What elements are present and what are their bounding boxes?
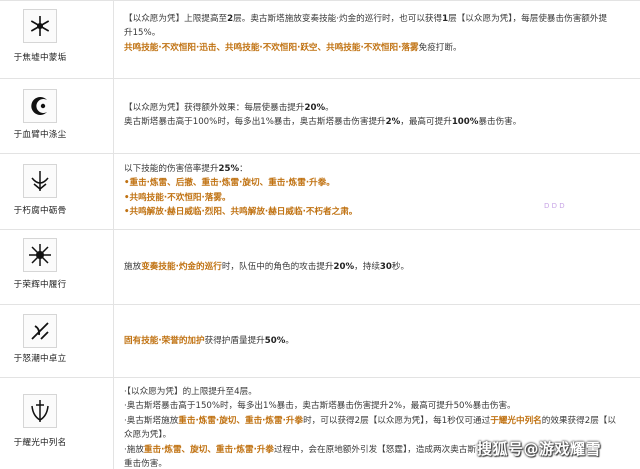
description-segment: ·奥古斯塔暴击高于150%时，每多出1%暴击，奥古斯塔暴击伤害提升2%，最高可提… xyxy=(124,401,516,412)
description-line: 【以众愿为凭】上限提高至2层。奥古斯塔施放变奏技能·灼金的巡行时，也可以获得1层… xyxy=(124,12,636,26)
description-segment: 20% xyxy=(333,262,355,272)
table-row: 于血臂中涤尘 【以众愿为凭】获得额外效果：每层使暴击提升20%。 奥古斯塔暴击高于… xyxy=(0,79,640,154)
chain-name: 于耀光中列名 xyxy=(13,438,67,448)
table-row: 于朽腐中砺骨 以下技能的伤害倍率提升25%： •重击·炼雷、后撤、重击·炼雷·旋切… xyxy=(0,154,640,230)
description-line: 共鸣技能·不欢恒阳·迅击、共鸣技能·不欢恒阳·跃空、共鸣技能·不欢恒阳·落雾免疫… xyxy=(124,41,636,55)
description-line: •重击·炼雷、后撤、重击·炼雷·旋切、重击·炼雷·升拳。 xyxy=(124,176,636,190)
description-segment: 免疫打断。 xyxy=(418,42,462,53)
chain-description: 固有技能·荣誉的加护获得护盾量提升50%。 xyxy=(124,334,636,348)
decorative-mark: ꓓ ꓓ ꓓ xyxy=(544,202,565,210)
description-segment: 获得护盾量提升 xyxy=(204,336,265,346)
description-line: ·奥古斯塔暴击高于150%时，每多出1%暴击，奥古斯塔暴击伤害提升2%，最高可提… xyxy=(124,399,636,413)
icon-cell: 于荣辉中履行 xyxy=(0,230,114,304)
description-segment: •共鸣解放·赫日威临·烈阳、共鸣解放·赫日威临·不朽者之肃。 xyxy=(124,207,358,218)
chain-name: 于焦墟中蒙垢 xyxy=(13,53,67,63)
description-line: 升15%。 xyxy=(124,26,636,40)
description-segment: 时，队伍中的角色的攻击提升 xyxy=(221,262,334,272)
description-segment: 升15%。 xyxy=(124,28,161,39)
description-segment: 重击·炼雷、旋切、重击·炼雷·升拳 xyxy=(143,444,275,455)
description-line: 以下技能的伤害倍率提升25%： xyxy=(124,162,636,176)
description-segment: 时，可以获得2层【以众愿为凭】，每1秒仅可通过 xyxy=(303,415,491,426)
description-segment: •共鸣技能·不欢恒阳·落雾。 xyxy=(124,192,231,203)
icon-cell: 于血臂中涤尘 xyxy=(0,79,114,153)
description-segment: 重击·炼雷·旋切、重击·炼雷·升拳 xyxy=(178,415,304,426)
chain-description: 以下技能的伤害倍率提升25%： •重击·炼雷、后撤、重击·炼雷·旋切、重击·炼雷·… xyxy=(124,162,636,220)
watermark: 搜狐号@游戏耀雪 xyxy=(477,440,602,458)
description-segment: 【以众愿为凭】获得额外效果：每层使暴击提升 xyxy=(124,103,305,113)
description-line: 固有技能·荣誉的加护获得护盾量提升50%。 xyxy=(124,334,636,348)
crescent-emblem-icon xyxy=(23,89,57,123)
icon-cell: 于朽腐中砺骨 xyxy=(0,154,114,229)
description-segment: 固有技能·荣誉的加护 xyxy=(124,336,205,346)
sword-crest-icon xyxy=(23,164,57,198)
slash-blade-icon xyxy=(23,314,57,348)
description-segment: 重击伤害。 xyxy=(124,459,167,469)
description-segment: 施放 xyxy=(124,262,142,272)
description-line: ·【以众愿为凭】的上限提升至4层。 xyxy=(124,385,636,399)
description-line: ·奥古斯塔施放重击·炼雷·旋切、重击·炼雷·升拳时，可以获得2层【以众愿为凭】，… xyxy=(124,414,636,428)
icon-cell: 于怒潮中卓立 xyxy=(0,305,114,377)
description-segment: ，最高可提升 xyxy=(400,117,452,128)
table-row: 于荣辉中履行 施放变奏技能·灼金的巡行时，队伍中的角色的攻击提升20%，持续30… xyxy=(0,230,640,305)
description-segment: 。 xyxy=(285,336,294,346)
description-segment: 过程中，会在原地额外引发【怒霆】，造成两次奥古斯 xyxy=(274,444,476,455)
description-segment: ·施放 xyxy=(124,444,144,455)
description-segment: ·奥古斯塔施放 xyxy=(124,415,179,426)
description-segment: 的效果获得2层【以 xyxy=(541,415,616,426)
description-segment: 变奏技能·灼金的巡行 xyxy=(141,262,222,272)
description-segment: •重击·炼雷、后撤、重击·炼雷·旋切、重击·炼雷·升拳。 xyxy=(124,178,335,189)
description-segment: 【以众愿为凭】上限提高至 xyxy=(124,14,228,24)
sword-laurel-icon xyxy=(23,394,57,428)
table-row: 于怒潮中卓立 固有技能·荣誉的加护获得护盾量提升50%。 xyxy=(0,305,640,378)
description-segment: ： xyxy=(239,164,248,174)
description-segment: 30 xyxy=(379,262,392,272)
description-line: 施放变奏技能·灼金的巡行时，队伍中的角色的攻击提升20%，持续30秒。 xyxy=(124,260,636,274)
description-segment: ，持续 xyxy=(354,262,380,272)
ice-crystal-icon xyxy=(23,9,57,43)
description-segment: 于耀光中列名 xyxy=(490,415,542,426)
chain-name: 于朽腐中砺骨 xyxy=(13,206,67,216)
chain-description: 【以众愿为凭】上限提高至2层。奥古斯塔施放变奏技能·灼金的巡行时，也可以获得1层… xyxy=(124,12,636,55)
description-segment: 以下技能的伤害倍率提升 xyxy=(124,164,219,174)
icon-cell: 于焦墟中蒙垢 xyxy=(0,1,114,78)
description-segment: 25% xyxy=(218,164,240,174)
description-segment: 暴击伤害。 xyxy=(478,117,522,128)
description-line: 【以众愿为凭】获得额外效果：每层使暴击提升20%。 xyxy=(124,101,636,115)
description-segment: 奥古斯塔暴击高于100%时，每多出1%暴击，奥古斯塔暴击伤害提升 xyxy=(124,117,386,128)
chain-description: 施放变奏技能·灼金的巡行时，队伍中的角色的攻击提升20%，持续30秒。 xyxy=(124,260,636,274)
description-segment: ·【以众愿为凭】的上限提升至4层。 xyxy=(124,387,257,397)
description-line: 奥古斯塔暴击高于100%时，每多出1%暴击，奥古斯塔暴击伤害提升2%，最高可提升… xyxy=(124,115,636,129)
description-segment: 20% xyxy=(304,103,326,113)
description-segment: 。 xyxy=(325,103,334,113)
description-segment: 层。奥古斯塔施放变奏技能·灼金的巡行时，也可以获得 xyxy=(233,14,443,24)
description-segment: 100% xyxy=(451,117,479,128)
icon-cell: 于耀光中列名 xyxy=(0,378,114,469)
chain-name: 于荣辉中履行 xyxy=(13,280,67,290)
description-segment: 2% xyxy=(385,117,401,128)
table-row: 于焦墟中蒙垢 【以众愿为凭】上限提高至2层。奥古斯塔施放变奏技能·灼金的巡行时，… xyxy=(0,1,640,79)
chain-name: 于血臂中涤尘 xyxy=(13,130,67,140)
chain-name: 于怒潮中卓立 xyxy=(13,354,67,364)
chain-description: 【以众愿为凭】获得额外效果：每层使暴击提升20%。 奥古斯塔暴击高于100%时，每… xyxy=(124,101,636,130)
burst-star-icon xyxy=(23,238,57,272)
description-segment: 50% xyxy=(264,336,286,346)
description-segment: 众愿为凭】。 xyxy=(124,430,172,441)
description-segment: 秒。 xyxy=(391,262,410,272)
resonance-chain-table: 于焦墟中蒙垢 【以众愿为凭】上限提高至2层。奥古斯塔施放变奏技能·灼金的巡行时，… xyxy=(0,0,640,469)
description-segment: 层【以众愿为凭】，每层使暴击伤害额外提 xyxy=(448,14,608,24)
description-segment: 共鸣技能·不欢恒阳·迅击、共鸣技能·不欢恒阳·跃空、共鸣技能·不欢恒阳·落雾 xyxy=(124,42,419,53)
